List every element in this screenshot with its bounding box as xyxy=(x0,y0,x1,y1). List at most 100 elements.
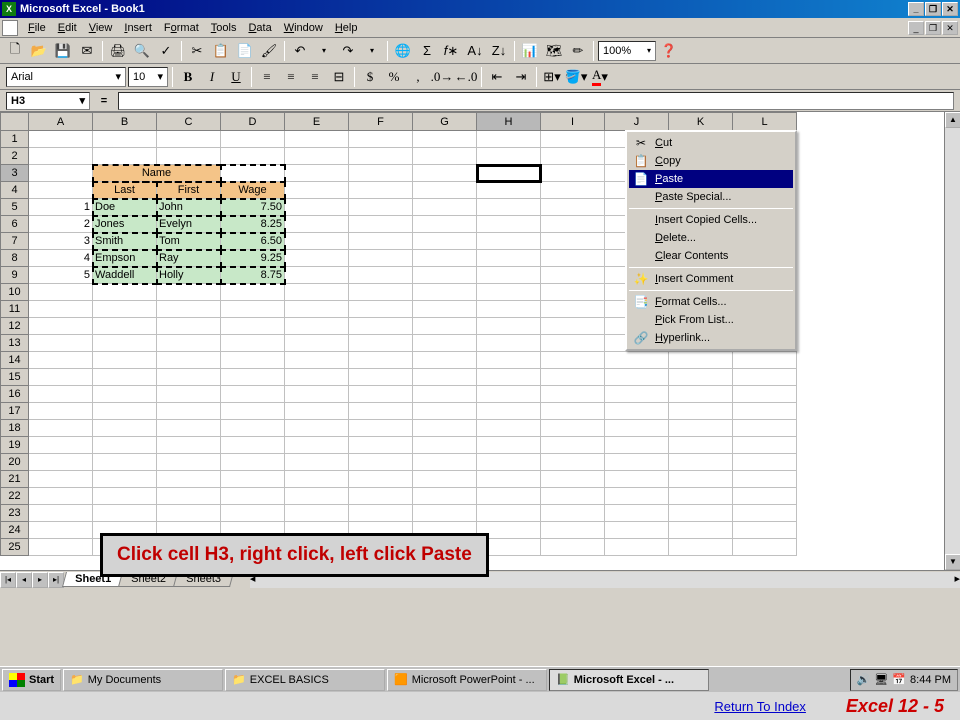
row-header[interactable]: 25 xyxy=(1,539,29,556)
print-preview-button[interactable]: 🔍 xyxy=(131,40,153,62)
menu-window[interactable]: Window xyxy=(278,20,329,36)
borders-button[interactable]: ⊞▾ xyxy=(541,66,563,88)
redo-dropdown[interactable]: ▾ xyxy=(361,40,383,62)
autosum-button[interactable]: Σ xyxy=(416,40,438,62)
start-button[interactable]: Start xyxy=(2,669,61,691)
cell[interactable]: Waddell xyxy=(93,267,157,284)
context-menu-item[interactable]: Delete... xyxy=(629,229,793,247)
chart-button[interactable]: 📊 xyxy=(519,40,541,62)
print-button[interactable]: 🖨 xyxy=(107,40,129,62)
tray-icon[interactable]: 🔊 xyxy=(857,673,871,686)
context-menu-item[interactable]: ✂Cut xyxy=(629,134,793,152)
col-header-l[interactable]: L xyxy=(733,113,797,131)
vertical-scrollbar[interactable]: ▲ ▼ xyxy=(944,112,960,570)
align-right-button[interactable]: ≡ xyxy=(304,66,326,88)
cell[interactable]: First xyxy=(157,182,221,199)
menu-format[interactable]: Format xyxy=(158,20,205,36)
scroll-right-button[interactable]: ▸ xyxy=(954,572,960,588)
cell[interactable]: Wage xyxy=(221,182,285,199)
col-header-k[interactable]: K xyxy=(669,113,733,131)
cell[interactable]: 6.50 xyxy=(221,233,285,250)
cell[interactable]: 3 xyxy=(29,233,93,250)
merge-center-button[interactable]: ⊟ xyxy=(328,66,350,88)
close-button[interactable]: ✕ xyxy=(942,2,958,16)
scroll-down-button[interactable]: ▼ xyxy=(945,554,960,570)
menu-data[interactable]: Data xyxy=(242,20,277,36)
row-header[interactable]: 17 xyxy=(1,403,29,420)
row-header[interactable]: 12 xyxy=(1,318,29,335)
zoom-dropdown[interactable]: 100%▾ xyxy=(598,41,656,61)
align-left-button[interactable]: ≡ xyxy=(256,66,278,88)
cell[interactable]: 7.50 xyxy=(221,199,285,216)
col-header-e[interactable]: E xyxy=(285,113,349,131)
paste-button[interactable]: 📄 xyxy=(234,40,256,62)
tab-nav-next[interactable]: ▸ xyxy=(32,572,48,588)
row-header[interactable]: 18 xyxy=(1,420,29,437)
row-header[interactable]: 9 xyxy=(1,267,29,284)
cell[interactable]: Evelyn xyxy=(157,216,221,233)
doc-minimize-button[interactable]: _ xyxy=(908,21,924,35)
function-button[interactable]: f∗ xyxy=(440,40,462,62)
menu-edit[interactable]: Edit xyxy=(52,20,83,36)
context-menu-item[interactable]: Clear Contents xyxy=(629,247,793,265)
cell[interactable]: Smith xyxy=(93,233,157,250)
taskbar-task[interactable]: 🟧Microsoft PowerPoint - ... xyxy=(387,669,547,691)
row-header[interactable]: 2 xyxy=(1,148,29,165)
row-header[interactable]: 20 xyxy=(1,454,29,471)
open-button[interactable]: 📂 xyxy=(28,40,50,62)
col-header-j[interactable]: J xyxy=(605,113,669,131)
italic-button[interactable]: I xyxy=(201,66,223,88)
sort-desc-button[interactable]: Z↓ xyxy=(488,40,510,62)
col-header-c[interactable]: C xyxy=(157,113,221,131)
cell[interactable]: 5 xyxy=(29,267,93,284)
cut-button[interactable]: ✂ xyxy=(186,40,208,62)
new-button[interactable]: 🗋 xyxy=(4,40,26,62)
row-header[interactable]: 7 xyxy=(1,233,29,250)
hyperlink-button[interactable]: 🌐 xyxy=(392,40,414,62)
tray-icon[interactable]: 🖥 xyxy=(874,673,888,686)
tab-nav-first[interactable]: |◂ xyxy=(0,572,16,588)
menu-view[interactable]: View xyxy=(83,20,119,36)
context-menu-item[interactable]: 🔗Hyperlink... xyxy=(629,329,793,347)
active-cell-h3[interactable] xyxy=(477,165,541,182)
increase-indent-button[interactable]: ⇥ xyxy=(510,66,532,88)
format-painter-button[interactable]: 🖌 xyxy=(258,40,280,62)
col-header-a[interactable]: A xyxy=(29,113,93,131)
cell[interactable]: Ray xyxy=(157,250,221,267)
undo-dropdown[interactable]: ▾ xyxy=(313,40,335,62)
col-header-b[interactable]: B xyxy=(93,113,157,131)
cell[interactable]: Empson xyxy=(93,250,157,267)
row-header[interactable]: 5 xyxy=(1,199,29,216)
menu-help[interactable]: Help xyxy=(329,20,364,36)
taskbar-task[interactable]: 📗Microsoft Excel - ... xyxy=(549,669,709,691)
context-menu-item[interactable]: Pick From List... xyxy=(629,311,793,329)
undo-button[interactable]: ↶ xyxy=(289,40,311,62)
context-menu-item[interactable]: 📑Format Cells... xyxy=(629,293,793,311)
cell[interactable]: 9.25 xyxy=(221,250,285,267)
row-header[interactable]: 24 xyxy=(1,522,29,539)
cell[interactable]: 2 xyxy=(29,216,93,233)
font-size-dropdown[interactable]: 10▾ xyxy=(128,67,168,87)
row-header[interactable]: 11 xyxy=(1,301,29,318)
cell[interactable]: Jones xyxy=(93,216,157,233)
col-header-i[interactable]: I xyxy=(541,113,605,131)
currency-button[interactable]: $ xyxy=(359,66,381,88)
decrease-decimal-button[interactable]: ←.0 xyxy=(455,66,477,88)
row-header[interactable]: 22 xyxy=(1,488,29,505)
row-header[interactable]: 4 xyxy=(1,182,29,199)
context-menu-item[interactable]: ✨Insert Comment xyxy=(629,270,793,288)
row-header[interactable]: 1 xyxy=(1,131,29,148)
copy-button[interactable]: 📋 xyxy=(210,40,232,62)
context-menu-item[interactable]: 📋Copy xyxy=(629,152,793,170)
return-to-index-link[interactable]: Return To Index xyxy=(714,699,806,714)
cell[interactable]: Holly xyxy=(157,267,221,284)
fill-color-button[interactable]: 🪣▾ xyxy=(565,66,587,88)
cell[interactable]: 1 xyxy=(29,199,93,216)
col-header-h[interactable]: H xyxy=(477,113,541,131)
menu-tools[interactable]: Tools xyxy=(205,20,243,36)
row-header[interactable]: 10 xyxy=(1,284,29,301)
sort-asc-button[interactable]: A↓ xyxy=(464,40,486,62)
cell[interactable]: 8.75 xyxy=(221,267,285,284)
row-header[interactable]: 6 xyxy=(1,216,29,233)
map-button[interactable]: 🗺 xyxy=(543,40,565,62)
